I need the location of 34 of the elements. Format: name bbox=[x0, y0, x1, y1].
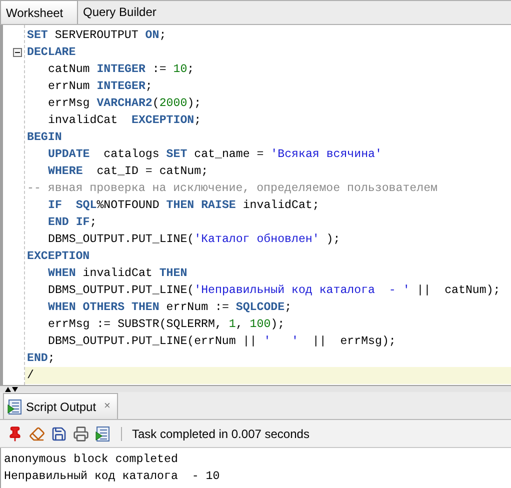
code-line: DBMS_OUTPUT.PUT_LINE('Неправильный код каталога - ' || catNum); bbox=[47, 283, 502, 299]
script-icon bbox=[95, 426, 111, 442]
code-line: WHERE cat_ID = catNum; bbox=[47, 164, 210, 180]
code-line: WHEN invalidCat THEN bbox=[47, 266, 188, 282]
editor-tab[interactable]: Query Builder bbox=[78, 0, 162, 24]
script-icon bbox=[7, 398, 23, 414]
code-line: catNum INTEGER := 10; bbox=[47, 62, 196, 78]
code-line: DECLARE bbox=[26, 45, 77, 61]
code-line: errNum INTEGER; bbox=[47, 79, 154, 95]
code-line: BEGIN bbox=[26, 130, 63, 146]
code-line: EXCEPTION bbox=[26, 249, 91, 265]
code-line: DBMS_OUTPUT.PUT_LINE('Каталог обновлен' ); bbox=[47, 232, 342, 248]
output-line: Неправильный код каталога - 10 bbox=[4, 469, 221, 485]
output-line: anonymous block completed bbox=[4, 452, 179, 468]
eraser-icon[interactable] bbox=[29, 426, 45, 442]
editor-tab[interactable]: Worksheet bbox=[0, 0, 78, 24]
script-output-tab[interactable]: Script Output × bbox=[3, 393, 118, 419]
code-line: IF SQL%NOTFOUND THEN RAISE invalidCat; bbox=[47, 198, 320, 214]
code-line: END; bbox=[26, 351, 56, 367]
code-line: SET SERVEROUTPUT ON; bbox=[26, 28, 168, 44]
code-line: WHEN OTHERS THEN errNum := SQLCODE; bbox=[47, 300, 293, 316]
code-line: errMsg := SUBSTR(SQLERRM, 1, 100); bbox=[47, 317, 286, 333]
save-icon[interactable] bbox=[51, 426, 67, 442]
collapse-icon[interactable] bbox=[13, 48, 22, 57]
code-line: invalidCat EXCEPTION; bbox=[47, 113, 202, 129]
code-line: UPDATE catalogs SET cat_name = 'Всякая всячина' bbox=[47, 147, 383, 163]
printer-icon[interactable] bbox=[73, 426, 89, 442]
code-line: DBMS_OUTPUT.PUT_LINE(errNum || ' ' || errMsg); bbox=[47, 334, 397, 350]
code-line: END IF; bbox=[47, 215, 98, 231]
status-text: Task completed in 0.007 seconds bbox=[132, 426, 310, 442]
code-line: -- явная проверка на исключение, определяемое пользователем bbox=[26, 181, 438, 197]
code-line: errMsg VARCHAR2(2000); bbox=[47, 96, 202, 112]
close-icon[interactable]: × bbox=[104, 398, 110, 415]
pin-icon[interactable] bbox=[7, 426, 23, 442]
